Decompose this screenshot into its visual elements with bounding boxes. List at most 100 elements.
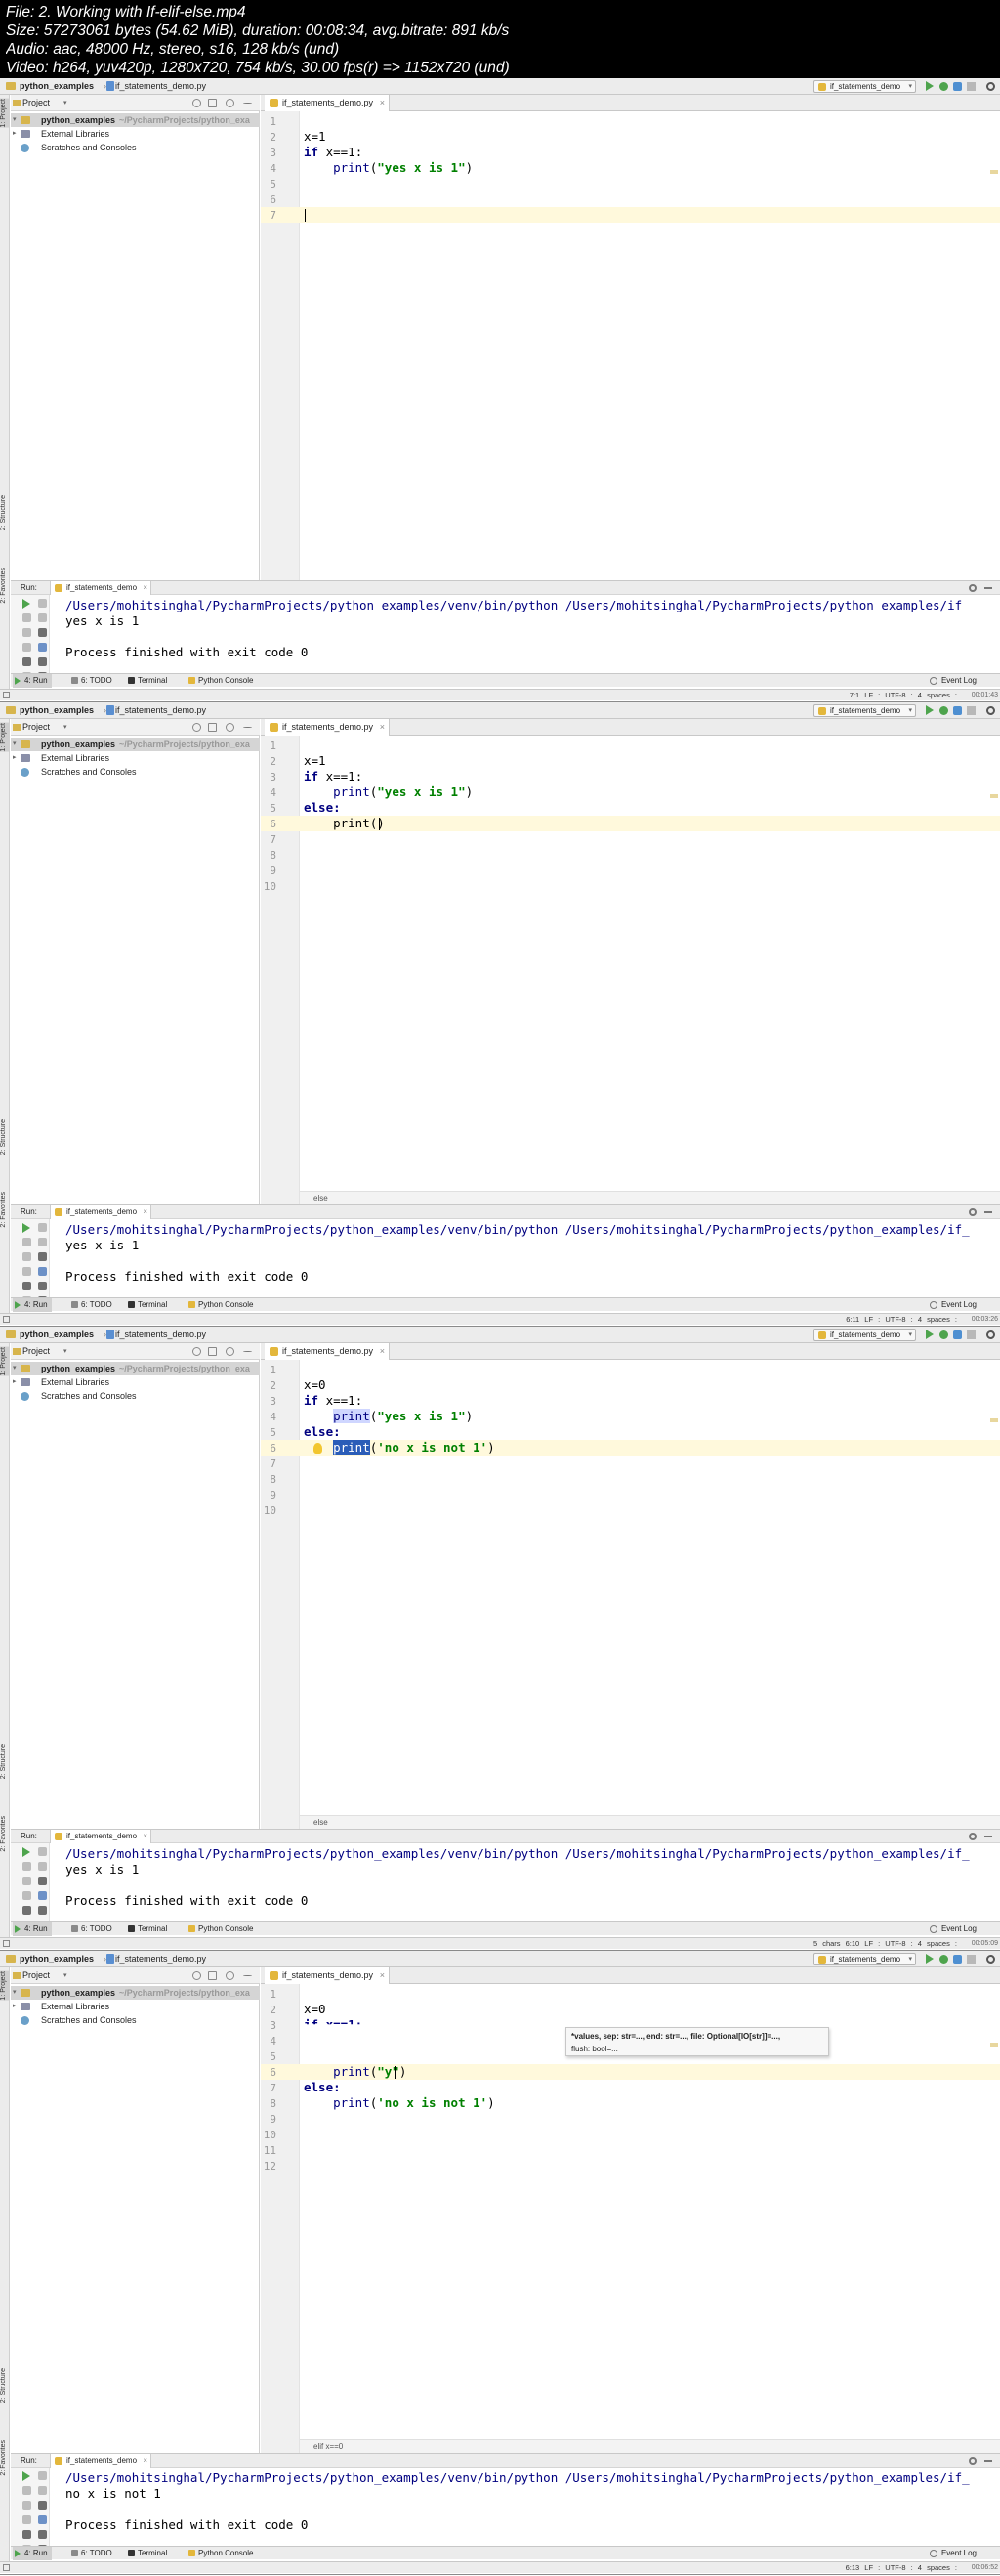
debug-icon[interactable]	[939, 82, 948, 91]
run-icon[interactable]	[926, 705, 934, 715]
up-icon[interactable]	[22, 1862, 31, 1871]
tree-item-external-libraries[interactable]: ▸ External Libraries	[11, 751, 260, 765]
stop-icon[interactable]	[38, 2471, 47, 2480]
close-icon[interactable]: ×	[380, 95, 385, 111]
code-line[interactable]	[304, 207, 306, 223]
code-editor[interactable]: x=0 if x==1: print("yes x is 1") else: pri…	[300, 1360, 1000, 1829]
stop-icon[interactable]	[967, 1955, 976, 1964]
settings-icon[interactable]	[22, 2530, 31, 2539]
event-log-button[interactable]: Event Log	[929, 1298, 977, 1312]
soft-wrap-icon[interactable]	[38, 1877, 47, 1885]
gear-icon[interactable]	[969, 584, 977, 592]
down-icon[interactable]	[38, 1238, 47, 1246]
tree-item-project[interactable]: ▾ python_examples ~/PycharmProjects/pytho…	[11, 113, 260, 127]
project-view-select[interactable]: Project	[22, 719, 50, 736]
tool-button-python-console[interactable]: Python Console	[187, 1298, 253, 1312]
code-line[interactable]: x=1	[304, 753, 326, 769]
print-icon[interactable]	[38, 1906, 47, 1915]
print-icon[interactable]	[38, 657, 47, 666]
run-console[interactable]: /Users/mohitsinghal/PycharmProjects/pyth…	[50, 595, 1000, 673]
tool-window-project[interactable]: 1: Project	[0, 99, 10, 128]
up-icon[interactable]	[22, 2486, 31, 2495]
scroll-to-end-icon[interactable]	[38, 1891, 47, 1900]
code-line[interactable]: if x==1:	[304, 769, 362, 784]
minimize-icon[interactable]	[984, 1836, 992, 1837]
run-tab[interactable]: if_statements_demo ×	[50, 1830, 152, 1843]
rerun-icon[interactable]	[22, 1223, 30, 1233]
code-breadcrumb[interactable]: else	[300, 1815, 1000, 1829]
pause-icon[interactable]	[22, 628, 31, 637]
code-editor[interactable]: x=0 if x==1: print("y") else: print('no x …	[300, 1984, 1000, 2453]
tree-item-external-libraries[interactable]: ▸ External Libraries	[11, 127, 260, 141]
tool-button-terminal[interactable]: Terminal	[126, 1298, 167, 1312]
collapse-icon[interactable]	[208, 99, 217, 107]
tool-window-structure[interactable]: 2: Structure	[0, 1744, 10, 1779]
locate-icon[interactable]	[192, 1347, 201, 1356]
breadcrumb-file[interactable]: if_statements_demo.py	[115, 1327, 206, 1343]
stop-icon[interactable]	[38, 1223, 47, 1232]
up-icon[interactable]	[22, 1238, 31, 1246]
lightbulb-icon[interactable]	[313, 1443, 322, 1454]
search-icon[interactable]	[986, 1955, 995, 1964]
code-line[interactable]: x=0	[304, 1377, 326, 1393]
project-view-select[interactable]: Project	[22, 95, 50, 111]
search-icon[interactable]	[986, 706, 995, 715]
restore-layout-icon[interactable]	[22, 643, 31, 652]
tool-button-python-console[interactable]: Python Console	[187, 1922, 253, 1936]
gear-icon[interactable]	[226, 1971, 234, 1980]
restore-layout-icon[interactable]	[22, 1891, 31, 1900]
code-line[interactable]: else:	[304, 1424, 341, 1440]
restore-layout-icon[interactable]	[22, 1267, 31, 1276]
run-icon[interactable]	[926, 1330, 934, 1339]
editor-tab[interactable]: if_statements_demo.py ×	[265, 95, 391, 111]
breadcrumb-file[interactable]: if_statements_demo.py	[115, 702, 206, 719]
restore-layout-icon[interactable]	[22, 2515, 31, 2524]
tool-button-run[interactable]: 4: Run	[13, 674, 52, 688]
debug-icon[interactable]	[939, 706, 948, 715]
toggle-tool-windows-icon[interactable]	[3, 2564, 10, 2571]
tree-item-scratches[interactable]: Scratches and Consoles	[11, 1389, 260, 1403]
tool-button-run[interactable]: 4: Run	[13, 1922, 52, 1936]
search-icon[interactable]	[986, 1330, 995, 1339]
collapse-icon[interactable]	[208, 1347, 217, 1356]
coverage-icon[interactable]	[953, 706, 962, 715]
tool-window-structure[interactable]: 2: Structure	[0, 2368, 10, 2403]
soft-wrap-icon[interactable]	[38, 1252, 47, 1261]
run-console[interactable]: /Users/mohitsinghal/PycharmProjects/pyth…	[50, 1843, 1000, 1921]
breadcrumb-file[interactable]: if_statements_demo.py	[115, 1951, 206, 1967]
stop-icon[interactable]	[967, 82, 976, 91]
tool-button-terminal[interactable]: Terminal	[126, 2547, 167, 2560]
project-view-select[interactable]: Project	[22, 1343, 50, 1360]
tool-button-python-console[interactable]: Python Console	[187, 674, 253, 688]
tool-window-project[interactable]: 1: Project	[0, 1347, 10, 1376]
debug-icon[interactable]	[939, 1330, 948, 1339]
debug-icon[interactable]	[939, 1955, 948, 1964]
run-tab[interactable]: if_statements_demo ×	[50, 2454, 152, 2468]
gear-icon[interactable]	[226, 1347, 234, 1356]
tool-button-terminal[interactable]: Terminal	[126, 674, 167, 688]
breadcrumb-project[interactable]: python_examples	[20, 1951, 94, 1967]
rerun-icon[interactable]	[22, 2471, 30, 2481]
close-icon[interactable]: ×	[143, 2454, 147, 2468]
tree-item-scratches[interactable]: Scratches and Consoles	[11, 2013, 260, 2027]
stop-icon[interactable]	[967, 1330, 976, 1339]
close-icon[interactable]: ×	[380, 1967, 385, 1984]
run-console[interactable]: /Users/mohitsinghal/PycharmProjects/pyth…	[50, 2468, 1000, 2546]
code-line[interactable]: if x==1:	[304, 145, 362, 160]
locate-icon[interactable]	[192, 99, 201, 107]
gear-icon[interactable]	[226, 99, 234, 107]
minimize-icon[interactable]	[984, 587, 992, 589]
locate-icon[interactable]	[192, 1971, 201, 1980]
code-line[interactable]: print()	[304, 816, 385, 831]
tool-window-structure[interactable]: 2: Structure	[0, 1119, 10, 1155]
stop-icon[interactable]	[38, 1847, 47, 1856]
tool-button-python-console[interactable]: Python Console	[187, 2547, 253, 2560]
close-icon[interactable]: ×	[143, 581, 147, 595]
code-editor[interactable]: x=1 if x==1: print("yes x is 1")	[300, 111, 1000, 580]
breadcrumb-project[interactable]: python_examples	[20, 1327, 94, 1343]
code-breadcrumb[interactable]: else	[300, 1191, 1000, 1204]
print-icon[interactable]	[38, 2530, 47, 2539]
gear-icon[interactable]	[226, 723, 234, 732]
tree-item-project[interactable]: ▾ python_examples ~/PycharmProjects/pytho…	[11, 1362, 260, 1375]
tool-window-favorites[interactable]: 2: Favorites	[0, 2440, 10, 2476]
